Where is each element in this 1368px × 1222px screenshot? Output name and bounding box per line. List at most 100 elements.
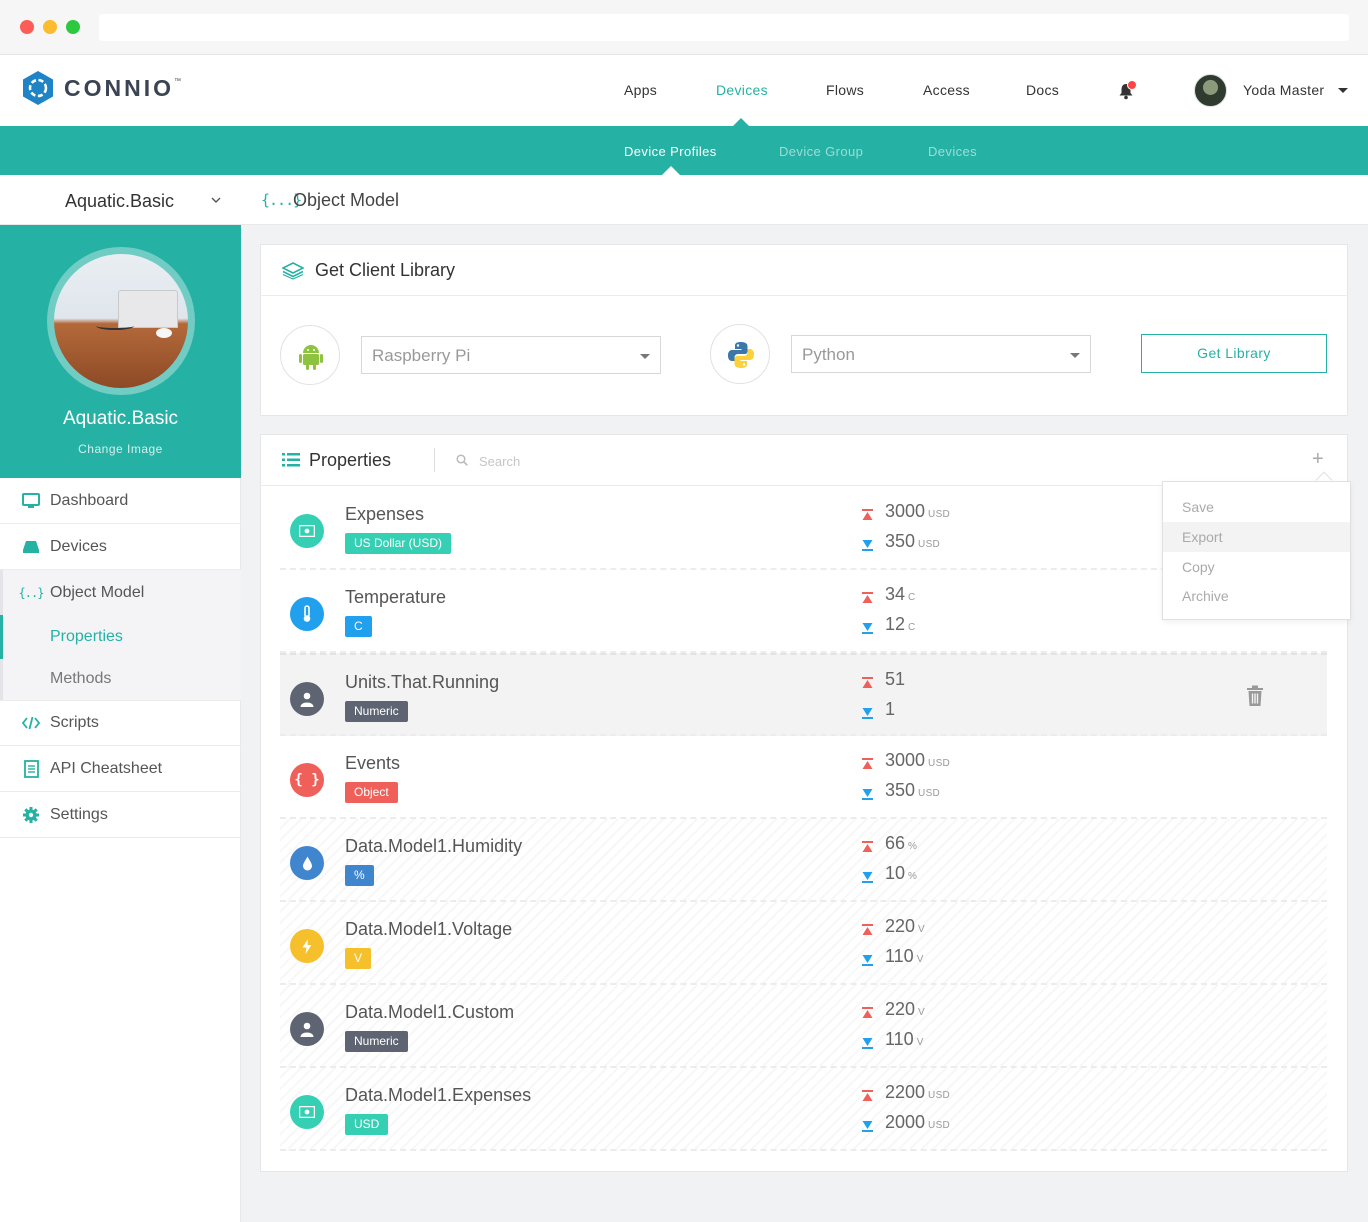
chevron-down-icon[interactable] <box>211 195 221 205</box>
top-navigation: CONNIO ™ Apps Devices Flows Access Docs … <box>0 55 1368 127</box>
code-icon <box>22 714 40 732</box>
min-value-unit: USD <box>918 788 941 799</box>
minimize-window-button[interactable] <box>43 20 57 34</box>
nav-docs[interactable]: Docs <box>1026 82 1059 98</box>
language-dropdown[interactable]: Python <box>791 335 1091 373</box>
user-menu-caret-icon[interactable] <box>1338 88 1348 93</box>
min-value-icon <box>862 538 873 551</box>
card-header: Properties + <box>261 435 1347 486</box>
device-icon <box>22 538 40 556</box>
min-value: 1 <box>885 699 898 720</box>
property-name[interactable]: Units.That.Running <box>345 672 499 693</box>
subnav-devices[interactable]: Devices <box>928 144 977 159</box>
braces-icon: {..} <box>18 586 45 600</box>
max-value-number: 2200 <box>885 1082 926 1102</box>
profile-selector[interactable]: Aquatic.Basic <box>65 191 174 212</box>
menu-item-archive[interactable]: Archive <box>1163 581 1350 611</box>
get-library-button[interactable]: Get Library <box>1141 334 1327 373</box>
property-name[interactable]: Data.Model1.Expenses <box>345 1085 531 1106</box>
min-value-icon <box>862 787 873 800</box>
platform-dropdown[interactable]: Raspberry Pi <box>361 336 661 374</box>
sidebar-item-devices[interactable]: Devices <box>0 524 241 570</box>
min-value-unit: USD <box>918 539 941 550</box>
nav-access[interactable]: Access <box>923 82 970 98</box>
address-bar[interactable] <box>99 14 1349 41</box>
card-title: Get Client Library <box>315 260 456 280</box>
sidebar-item-api-cheatsheet[interactable]: API Cheatsheet <box>0 746 241 792</box>
maximize-window-button[interactable] <box>66 20 80 34</box>
brand-trademark: ™ <box>174 78 181 85</box>
sidebar-item-label: Object Model <box>50 584 145 601</box>
property-row[interactable]: Data.Model1.Voltage V 220 V 110 V <box>280 902 1327 985</box>
sidebar-item-settings[interactable]: Settings <box>0 792 241 838</box>
menu-item-export[interactable]: Export <box>1163 522 1350 552</box>
language-value: Python <box>802 345 855 364</box>
property-type-tag: USD <box>345 1114 389 1135</box>
sidebar-item-object-model[interactable]: {..} Object Model <box>0 570 241 616</box>
monitor-icon <box>22 492 40 510</box>
user-name[interactable]: Yoda Master <box>1243 82 1324 98</box>
list-icon <box>282 453 300 467</box>
max-value: 51 <box>885 669 908 690</box>
sidebar-item-label: API Cheatsheet <box>50 759 163 777</box>
property-name[interactable]: Data.Model1.Voltage <box>345 919 512 940</box>
drop-icon <box>290 846 324 880</box>
min-value-icon <box>862 870 873 883</box>
property-row[interactable]: Data.Model1.Humidity% 66% 10% <box>280 819 1327 902</box>
connio-logo[interactable]: CONNIO ™ <box>20 70 181 106</box>
sidebar: Aquatic.Basic Change Image Dashboard Dev… <box>0 225 241 1222</box>
caret-down-icon <box>640 354 650 359</box>
menu-item-save[interactable]: Save <box>1163 492 1350 522</box>
active-subnav-indicator <box>662 166 680 175</box>
subnav-device-profiles[interactable]: Device Profiles <box>624 144 717 159</box>
min-value-unit: V <box>916 1037 924 1048</box>
add-property-button[interactable]: + <box>1312 448 1324 471</box>
braces-icon: { } <box>290 763 324 797</box>
max-value-number: 3000 <box>885 501 926 521</box>
property-name[interactable]: Expenses <box>345 504 424 525</box>
property-type-tag: US Dollar (USD) <box>345 533 452 554</box>
max-value-number: 34 <box>885 584 906 604</box>
property-row[interactable]: Units.That.Running Numeric 51 1 <box>280 653 1327 736</box>
min-value-unit: C <box>908 622 916 633</box>
max-value-unit: USD <box>928 509 951 520</box>
change-image-link[interactable]: Change Image <box>0 442 241 456</box>
property-name[interactable]: Events <box>345 753 400 774</box>
property-type-tag: C <box>345 616 372 637</box>
search-input[interactable] <box>479 449 779 473</box>
property-name[interactable]: Data.Model1.Humidity <box>345 836 522 857</box>
sidebar-item-scripts[interactable]: Scripts <box>0 700 241 746</box>
user-avatar[interactable] <box>1194 74 1227 107</box>
platform-value: Raspberry Pi <box>372 346 471 365</box>
nav-apps[interactable]: Apps <box>624 82 657 98</box>
profile-image[interactable] <box>54 254 188 388</box>
property-name[interactable]: Data.Model1.Custom <box>345 1002 514 1023</box>
close-window-button[interactable] <box>20 20 34 34</box>
nav-flows[interactable]: Flows <box>826 82 864 98</box>
max-value-icon <box>862 591 873 603</box>
max-value-icon <box>862 508 873 520</box>
property-row[interactable]: Data.Model1.Expenses USD 2200 USD 2000 USD <box>280 1068 1327 1151</box>
property-name[interactable]: Temperature <box>345 587 446 608</box>
min-value: 110 V <box>885 1029 924 1050</box>
min-value: 110 V <box>885 946 924 967</box>
profile-image-ring <box>47 247 195 395</box>
subnav-device-group[interactable]: Device Group <box>779 144 863 159</box>
min-value-unit: V <box>916 954 924 965</box>
sidebar-item-dashboard[interactable]: Dashboard <box>0 478 241 524</box>
menu-item-copy[interactable]: Copy <box>1163 552 1350 582</box>
property-row[interactable]: Data.Model1.Custom Numeric 220 V 110 V <box>280 985 1327 1068</box>
max-value-number: 3000 <box>885 750 926 770</box>
page-title: Object Model <box>293 190 400 210</box>
property-row[interactable]: { } Events Object 3000 USD 350 USD <box>280 736 1327 819</box>
min-value-number: 110 <box>885 946 914 966</box>
min-value-number: 12 <box>885 614 906 634</box>
money-icon <box>290 1095 324 1129</box>
nav-devices[interactable]: Devices <box>716 82 768 98</box>
sidebar-subitem-properties[interactable]: Properties <box>50 628 123 646</box>
trash-icon[interactable] <box>1246 685 1264 707</box>
sidebar-subitem-methods[interactable]: Methods <box>50 670 111 688</box>
max-value: 66% <box>885 833 917 854</box>
card-title: Properties <box>309 450 392 470</box>
property-type-tag: % <box>345 865 374 886</box>
